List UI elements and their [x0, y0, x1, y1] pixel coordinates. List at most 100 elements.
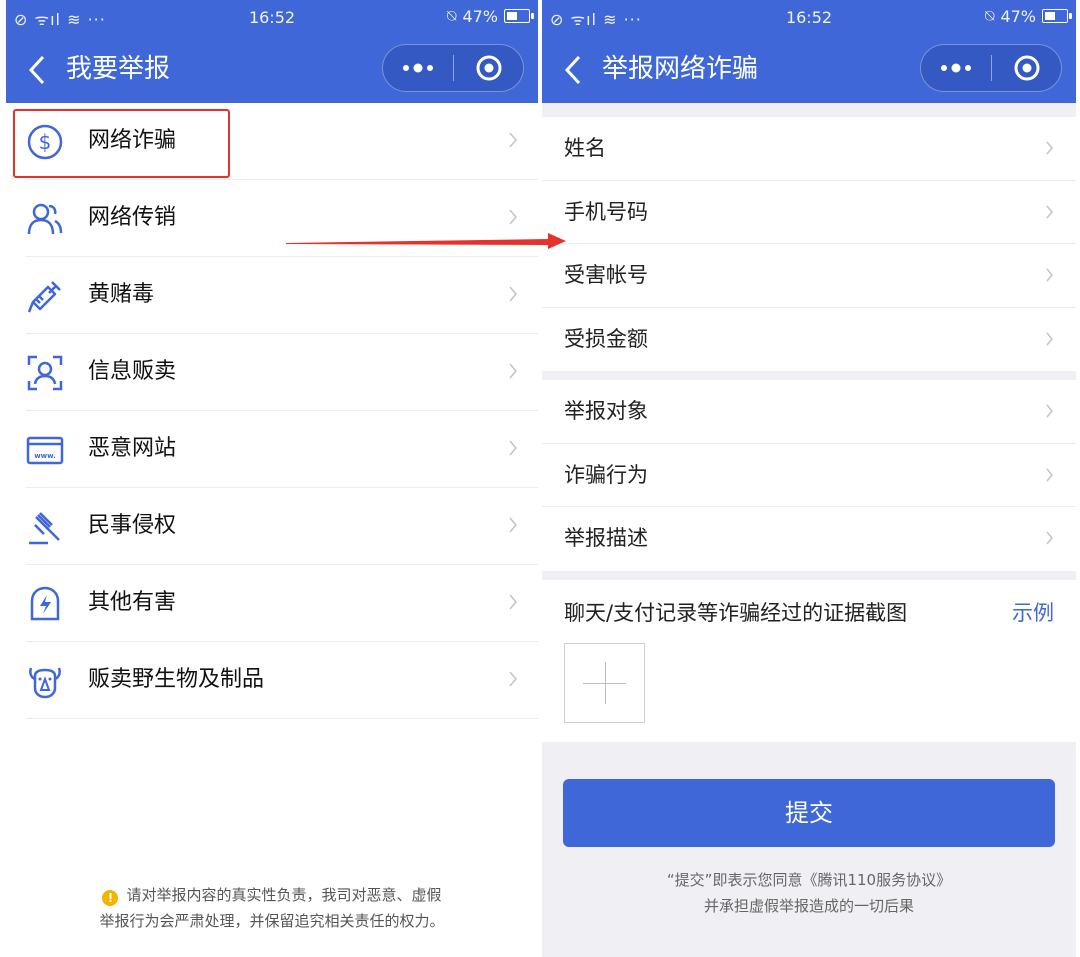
notice-line-2: 举报行为会严肃处理，并保留追究相关责任的权力。 [99, 912, 445, 930]
evidence-label: 聊天/支付记录等诈骗经过的证据截图 [564, 600, 908, 625]
upload-image-button[interactable] [564, 642, 645, 723]
category-label: 民事侵权 [88, 513, 177, 538]
close-button[interactable] [454, 45, 523, 91]
alarm-icon: ⍉ [984, 6, 995, 25]
chevron-right-icon [509, 132, 517, 148]
category-item-other-harmful[interactable]: 其他有害 [6, 565, 538, 642]
mini-program-capsule [920, 44, 1062, 92]
lightning-shield-icon [30, 586, 60, 621]
category-label: 信息贩卖 [88, 359, 177, 384]
report-detail-group: 举报对象 诈骗行为 举报描述 [542, 380, 1076, 571]
svg-text:www.: www. [34, 452, 56, 460]
category-list: $ 网络诈骗 网络传销 黄赌毒 信息贩卖 www. 恶意网站 民事侵权 其他有害… [6, 103, 538, 719]
field-label: 举报描述 [564, 526, 648, 550]
chevron-right-icon [509, 286, 517, 302]
battery-indicator: ⍉ 47% [446, 6, 534, 26]
chevron-right-icon [509, 594, 517, 610]
field-label: 姓名 [564, 136, 606, 160]
category-label: 网络传销 [88, 205, 177, 230]
chevron-right-icon [509, 209, 517, 225]
victim-info-group: 姓名 手机号码 受害帐号 受损金额 [542, 117, 1076, 371]
category-item-malicious-site[interactable]: www. 恶意网站 [6, 411, 538, 488]
chevron-right-icon [509, 363, 517, 379]
chevron-right-icon [1046, 404, 1053, 418]
alarm-icon: ⍉ [446, 6, 457, 25]
field-label: 诈骗行为 [564, 462, 648, 487]
field-loss-amount[interactable]: 受损金额 [542, 308, 1076, 372]
back-button[interactable] [22, 50, 52, 90]
field-label: 受害帐号 [564, 263, 648, 287]
evidence-section: 聊天/支付记录等诈骗经过的证据截图 示例 [542, 579, 1076, 742]
chevron-right-icon [509, 517, 517, 533]
category-label: 恶意网站 [88, 436, 177, 461]
category-label: 网络诈骗 [88, 128, 177, 153]
battery-percent: 47% [462, 6, 498, 26]
field-report-description[interactable]: 举报描述 [542, 507, 1076, 571]
battery-icon [1042, 9, 1072, 23]
chevron-left-icon [28, 55, 45, 85]
more-dots-icon [403, 63, 433, 73]
more-dots-icon [941, 63, 971, 73]
target-close-icon [476, 55, 501, 81]
field-label: 举报对象 [564, 399, 648, 423]
chevron-right-icon [1046, 268, 1053, 282]
website-icon: www. [26, 436, 64, 465]
dollar-circle-icon: $ [27, 124, 63, 160]
report-category-screen: ⊘ ᯤıl ≋ ··· 16:52 ⍉ 47% 我要举报 $ 网络诈骗 网络传销… [6, 0, 538, 957]
app-bar: ⊘ ᯤıl ≋ ··· 16:52 ⍉ 47% 我要举报 [6, 0, 538, 103]
more-button[interactable] [383, 45, 453, 91]
category-label: 贩卖野生物及制品 [88, 667, 265, 692]
agreement-notice: “提交”即表示您同意《腾讯110服务协议》 并承担虚假举报造成的一切后果 [542, 867, 1076, 919]
field-label: 受损金额 [564, 326, 648, 351]
status-bar: ⊘ ᯤıl ≋ ··· 16:52 ⍉ 47% [6, 0, 538, 36]
category-item-civil-infringement[interactable]: 民事侵权 [6, 488, 538, 565]
category-label: 黄赌毒 [88, 282, 155, 307]
category-item-wildlife-trade[interactable]: 贩卖野生物及制品 [6, 642, 538, 719]
chevron-right-icon [1046, 205, 1053, 218]
example-link[interactable]: 示例 [1012, 598, 1054, 628]
chevron-right-icon [509, 671, 517, 687]
field-fraud-behavior[interactable]: 诈骗行为 [542, 444, 1076, 507]
chevron-left-icon [564, 55, 581, 85]
field-victim-account[interactable]: 受害帐号 [542, 244, 1076, 308]
status-bar: ⊘ ᯤıl ≋ ··· 16:52 ⍉ 47% [542, 0, 1076, 36]
field-report-target[interactable]: 举报对象 [542, 380, 1076, 444]
more-button[interactable] [921, 45, 991, 91]
field-label: 手机号码 [564, 199, 648, 224]
warning-icon: ! [102, 890, 119, 906]
field-phone[interactable]: 手机号码 [542, 181, 1076, 244]
app-bar: ⊘ ᯤıl ≋ ··· 16:52 ⍉ 47% 举报网络诈骗 [542, 0, 1076, 103]
category-item-info-sale[interactable]: 信息贩卖 [6, 334, 538, 411]
face-scan-icon [27, 355, 63, 391]
svg-text:$: $ [39, 130, 52, 154]
mini-program-capsule [382, 44, 524, 92]
chevron-right-icon [1046, 332, 1053, 345]
people-icon [27, 203, 63, 235]
category-item-fraud[interactable]: $ 网络诈骗 [6, 103, 538, 180]
field-name[interactable]: 姓名 [542, 117, 1076, 181]
category-item-pyramid[interactable]: 网络传销 [6, 180, 538, 257]
close-button[interactable] [992, 45, 1061, 91]
gavel-icon [29, 512, 60, 545]
page-title: 我要举报 [66, 54, 171, 84]
chevron-right-icon [509, 440, 517, 456]
page-title: 举报网络诈骗 [602, 54, 759, 84]
agreement-line-1: “提交”即表示您同意《腾讯110服务协议》 [666, 871, 952, 889]
animal-icon [29, 667, 61, 699]
target-close-icon [1014, 55, 1039, 81]
submit-button[interactable]: 提交 [563, 779, 1055, 847]
notice-line-1: 请对举报内容的真实性负责，我司对恶意、虚假 [126, 886, 442, 904]
chevron-right-icon [1046, 468, 1053, 481]
battery-icon [504, 9, 534, 23]
report-fraud-form-screen: ⊘ ᯤıl ≋ ··· 16:52 ⍉ 47% 举报网络诈骗 姓名 手机号码 受… [542, 0, 1076, 957]
chevron-right-icon [1046, 141, 1053, 155]
agreement-line-2: 并承担虚假举报造成的一切后果 [703, 897, 914, 915]
disclaimer-notice: ! 请对举报内容的真实性负责，我司对恶意、虚假 举报行为会严肃处理，并保留追究相关… [6, 882, 538, 934]
back-button[interactable] [558, 50, 588, 90]
syringe-icon [27, 281, 61, 313]
chevron-right-icon [1046, 531, 1053, 545]
category-label: 其他有害 [88, 590, 177, 615]
battery-percent: 47% [1000, 6, 1036, 26]
category-item-drugs[interactable]: 黄赌毒 [6, 257, 538, 334]
battery-indicator: ⍉ 47% [984, 6, 1072, 26]
